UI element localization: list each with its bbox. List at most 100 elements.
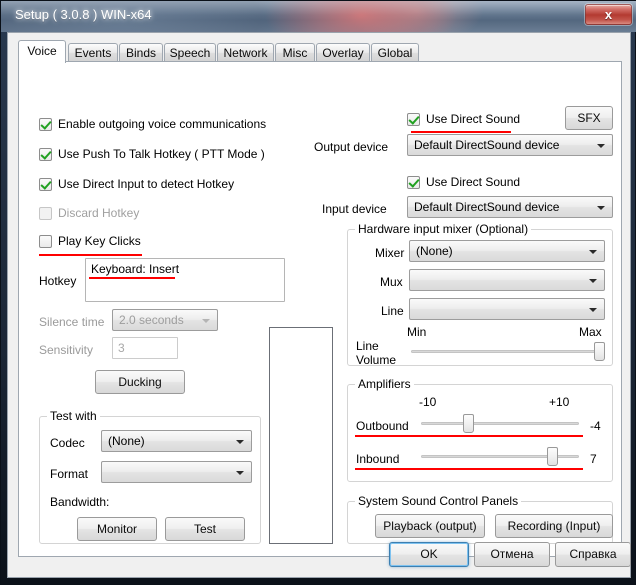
line-volume-max-label: Max [579, 325, 602, 339]
line-volume-label-2: Volume [356, 353, 397, 367]
checkbox-box [407, 176, 420, 189]
hotkey-value: Keyboard: Insert [91, 262, 180, 276]
tab-misc[interactable]: Misc [275, 43, 315, 62]
output-device-combo[interactable]: Default DirectSound device [407, 134, 613, 156]
checkbox-label: Use Push To Talk Hotkey ( PTT Mode ) [58, 147, 265, 161]
checkbox-box [39, 178, 52, 191]
line-volume-min-label: Min [407, 325, 427, 339]
marker-hotkey [89, 277, 175, 279]
output-device-label: Output device [314, 140, 389, 154]
sensitivity-input[interactable]: 3 [112, 337, 178, 359]
bandwidth-label: Bandwidth: [50, 495, 110, 509]
slider-thumb[interactable] [594, 342, 606, 361]
marker-output-direct-sound [411, 131, 511, 133]
dialog-button-bar: OK Отмена Справка [8, 531, 632, 577]
amplifiers-max-label: +10 [549, 395, 570, 409]
format-label: Format [50, 467, 89, 481]
chevron-down-icon [589, 308, 597, 312]
chevron-down-icon [589, 279, 597, 283]
inbound-value: 7 [590, 452, 597, 466]
codec-value: (None) [108, 434, 145, 448]
mux-combo[interactable] [409, 269, 605, 291]
format-combo[interactable] [101, 461, 252, 483]
checkbox-label: Use Direct Sound [426, 175, 521, 189]
mixer-value: (None) [416, 244, 453, 258]
checkbox-box [39, 207, 52, 220]
window-title: Setup ( 3.0.8 ) WIN-x64 [15, 7, 152, 22]
ok-button[interactable]: OK [389, 542, 469, 567]
slider-thumb[interactable] [463, 414, 475, 433]
sensitivity-label: Sensitivity [39, 343, 94, 357]
hotkey-label: Hotkey [39, 274, 77, 288]
input-level-meter [269, 327, 333, 544]
outbound-slider[interactable] [421, 413, 579, 433]
checkbox-label: Play Key Clicks [58, 234, 141, 248]
outbound-label: Outbound [356, 419, 409, 433]
help-button[interactable]: Справка [555, 542, 631, 567]
line-combo[interactable] [409, 298, 605, 320]
marker-outbound [355, 435, 583, 437]
test-with-group: Test with Codec (None) Format Bandwidth:… [39, 409, 261, 544]
input-device-value: Default DirectSound device [414, 200, 560, 214]
hotkey-input[interactable]: Keyboard: Insert [85, 258, 285, 302]
dialog-client: Voice Events Binds Speech Network Misc O… [7, 32, 631, 578]
inbound-label: Inbound [356, 452, 400, 466]
codec-combo[interactable]: (None) [101, 430, 252, 452]
mixer-label: Mixer [375, 246, 405, 260]
chevron-down-icon [236, 440, 244, 444]
checkbox-box [39, 118, 52, 131]
voice-tab-page: Enable outgoing voice communications Use… [18, 61, 622, 557]
chevron-down-icon [589, 250, 597, 254]
hardware-mixer-title: Hardware input mixer (Optional) [355, 222, 532, 236]
tab-binds[interactable]: Binds [119, 43, 163, 62]
inbound-slider[interactable] [421, 446, 579, 466]
close-icon-glyph: x [604, 7, 613, 22]
chevron-down-icon [597, 144, 605, 148]
tab-speech[interactable]: Speech [164, 43, 216, 62]
tab-network[interactable]: Network [217, 43, 274, 62]
checkbox-label: Use Direct Input to detect Hotkey [58, 177, 235, 191]
line-label: Line [381, 304, 404, 318]
amplifiers-title: Amplifiers [355, 377, 414, 391]
tab-overlay[interactable]: Overlay [316, 43, 370, 62]
checkbox-label: Use Direct Sound [426, 112, 521, 126]
hardware-input-mixer-group: Hardware input mixer (Optional) Mixer (N… [347, 222, 613, 367]
input-device-combo[interactable]: Default DirectSound device [407, 196, 613, 218]
ducking-button[interactable]: Ducking [95, 370, 185, 394]
sfx-button[interactable]: SFX [565, 106, 613, 130]
tab-strip: Voice Events Binds Speech Network Misc O… [18, 40, 622, 63]
chevron-down-icon [597, 206, 605, 210]
slider-track [421, 422, 579, 425]
checkbox-box [39, 235, 52, 248]
codec-label: Codec [50, 436, 85, 450]
line-volume-label-1: Line [356, 339, 379, 353]
close-icon[interactable]: x [585, 4, 632, 25]
amplifiers-min-label: -10 [419, 395, 437, 409]
line-volume-slider[interactable] [411, 341, 606, 361]
marker-play-key-clicks [39, 254, 142, 256]
tab-voice[interactable]: Voice [18, 40, 66, 63]
tab-events[interactable]: Events [68, 43, 118, 62]
tab-global[interactable]: Global [371, 43, 419, 62]
outbound-value: -4 [590, 419, 601, 433]
silence-time-value: 2.0 seconds [119, 313, 184, 327]
output-device-value: Default DirectSound device [414, 138, 560, 152]
title-bar: Setup ( 3.0.8 ) WIN-x64 x [1, 1, 636, 32]
checkbox-box [39, 148, 52, 161]
test-with-title: Test with [47, 409, 100, 423]
checkbox-box [407, 113, 420, 126]
marker-inbound [355, 468, 583, 470]
chevron-down-icon [202, 319, 210, 323]
cancel-button[interactable]: Отмена [474, 542, 550, 567]
amplifiers-group: Amplifiers -10 +10 Outbound -4 Inbound 7 [347, 377, 613, 482]
mux-label: Mux [380, 275, 403, 289]
checkbox-label: Discard Hotkey [58, 206, 140, 220]
mixer-combo[interactable]: (None) [409, 240, 605, 262]
silence-time-combo[interactable]: 2.0 seconds [112, 309, 218, 331]
sensitivity-value: 3 [118, 341, 125, 355]
slider-thumb[interactable] [547, 447, 559, 466]
setup-window: Setup ( 3.0.8 ) WIN-x64 x Voice Events B… [0, 0, 636, 585]
input-device-label: Input device [322, 202, 387, 216]
silence-time-label: Silence time [39, 315, 105, 329]
checkbox-label: Enable outgoing voice communications [58, 117, 267, 131]
